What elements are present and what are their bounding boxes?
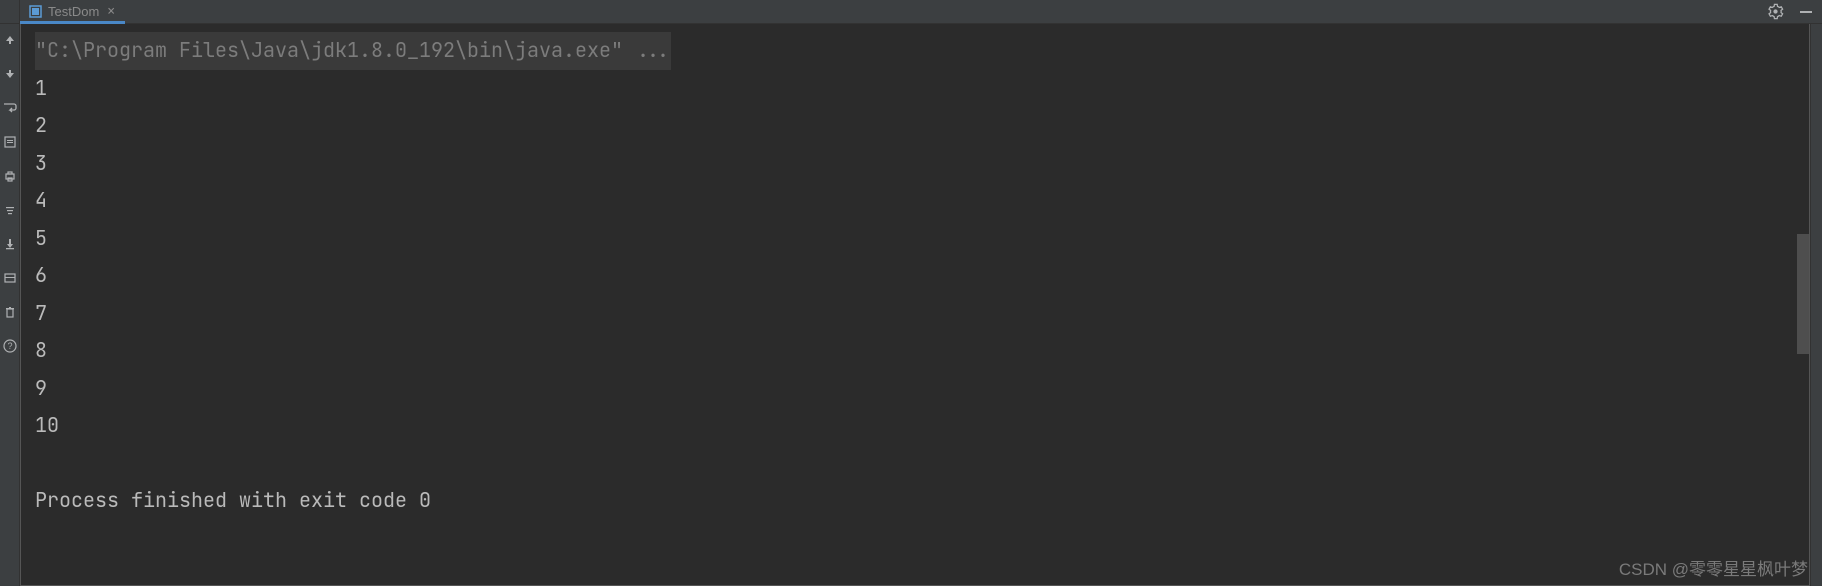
output-lines: 12345678910 xyxy=(35,70,1795,445)
watermark: CSDN @零零星星枫叶梦 xyxy=(1619,555,1808,580)
scroll-to-end-icon[interactable] xyxy=(2,134,18,150)
soft-wrap-icon[interactable] xyxy=(2,100,18,116)
output-line: 2 xyxy=(35,107,1795,145)
tab-close-icon[interactable]: × xyxy=(105,4,117,19)
output-line: 6 xyxy=(35,257,1795,295)
output-line: 1 xyxy=(35,70,1795,108)
tab-bar: TestDom × xyxy=(0,0,1822,24)
tab-label: TestDom xyxy=(48,4,99,19)
main-area: ? "C:\Program Files\Java\jdk1.8.0_192\bi… xyxy=(0,24,1822,586)
command-line: "C:\Program Files\Java\jdk1.8.0_192\bin\… xyxy=(35,32,1795,70)
output-line: 9 xyxy=(35,370,1795,408)
output-line: 4 xyxy=(35,182,1795,220)
print-icon[interactable] xyxy=(2,168,18,184)
output-line: 7 xyxy=(35,295,1795,333)
output-line: 3 xyxy=(35,145,1795,183)
svg-text:?: ? xyxy=(7,341,12,351)
run-config-icon xyxy=(28,5,42,19)
tab-bar-left-margin xyxy=(0,0,20,23)
scrollbar-thumb[interactable] xyxy=(1797,234,1809,354)
gear-icon[interactable] xyxy=(1767,3,1784,20)
tab-testdom[interactable]: TestDom × xyxy=(20,0,125,23)
export-icon[interactable] xyxy=(2,236,18,252)
output-line: 8 xyxy=(35,332,1795,370)
tab-bar-actions xyxy=(1767,0,1822,23)
hide-icon[interactable] xyxy=(1798,4,1814,20)
up-arrow-icon[interactable] xyxy=(2,32,18,48)
trash-icon[interactable] xyxy=(2,304,18,320)
output-line: 5 xyxy=(35,220,1795,258)
console-output[interactable]: "C:\Program Files\Java\jdk1.8.0_192\bin\… xyxy=(20,24,1810,586)
filter-icon[interactable] xyxy=(2,202,18,218)
layout-icon[interactable] xyxy=(2,270,18,286)
output-line: 10 xyxy=(35,407,1795,445)
run-toolbar: ? xyxy=(0,24,20,586)
right-gutter xyxy=(1810,24,1822,586)
help-icon[interactable]: ? xyxy=(2,338,18,354)
down-arrow-icon[interactable] xyxy=(2,66,18,82)
process-finish-line: Process finished with exit code 0 xyxy=(35,482,1795,520)
